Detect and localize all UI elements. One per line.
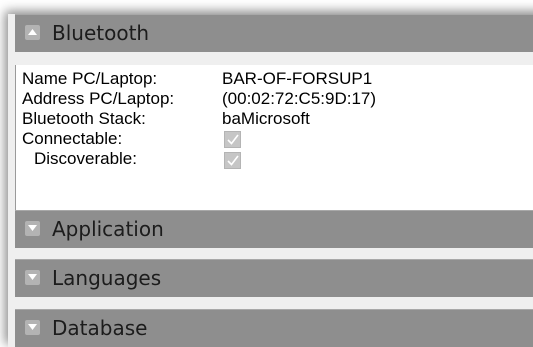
- database-panel-header[interactable]: Database: [15, 309, 533, 347]
- chevron-down-icon: [25, 320, 40, 335]
- chevron-up-icon: [25, 25, 40, 40]
- address-value: (00:02:72:C5:9D:17): [222, 89, 377, 108]
- connectable-checkbox[interactable]: [224, 131, 241, 148]
- bluetooth-panel-header[interactable]: Bluetooth: [15, 14, 533, 52]
- address-label: Address PC/Laptop:: [22, 89, 175, 108]
- discoverable-label: Discoverable:: [34, 149, 137, 168]
- checkmark-icon: [227, 155, 239, 166]
- application-panel-header[interactable]: Application: [15, 210, 533, 248]
- languages-panel-title: Languages: [52, 266, 162, 290]
- application-panel-title: Application: [52, 217, 164, 241]
- settings-window: Bluetooth Name PC/Laptop: BAR-OF-FORSUP1…: [8, 14, 533, 347]
- name-label: Name PC/Laptop:: [22, 69, 158, 88]
- name-value: BAR-OF-FORSUP1: [222, 69, 373, 88]
- discoverable-checkbox[interactable]: [224, 152, 241, 169]
- chevron-down-icon: [25, 221, 40, 236]
- bluetooth-panel-title: Bluetooth: [52, 21, 150, 45]
- bluetooth-panel-body: Name PC/Laptop: BAR-OF-FORSUP1 Address P…: [15, 65, 533, 212]
- stack-value: baMicrosoft: [222, 109, 310, 128]
- connectable-label: Connectable:: [22, 129, 123, 148]
- database-panel-title: Database: [52, 316, 148, 340]
- stack-label: Bluetooth Stack:: [22, 109, 146, 128]
- languages-panel-header[interactable]: Languages: [15, 259, 533, 297]
- checkmark-icon: [227, 134, 239, 145]
- chevron-down-icon: [25, 270, 40, 285]
